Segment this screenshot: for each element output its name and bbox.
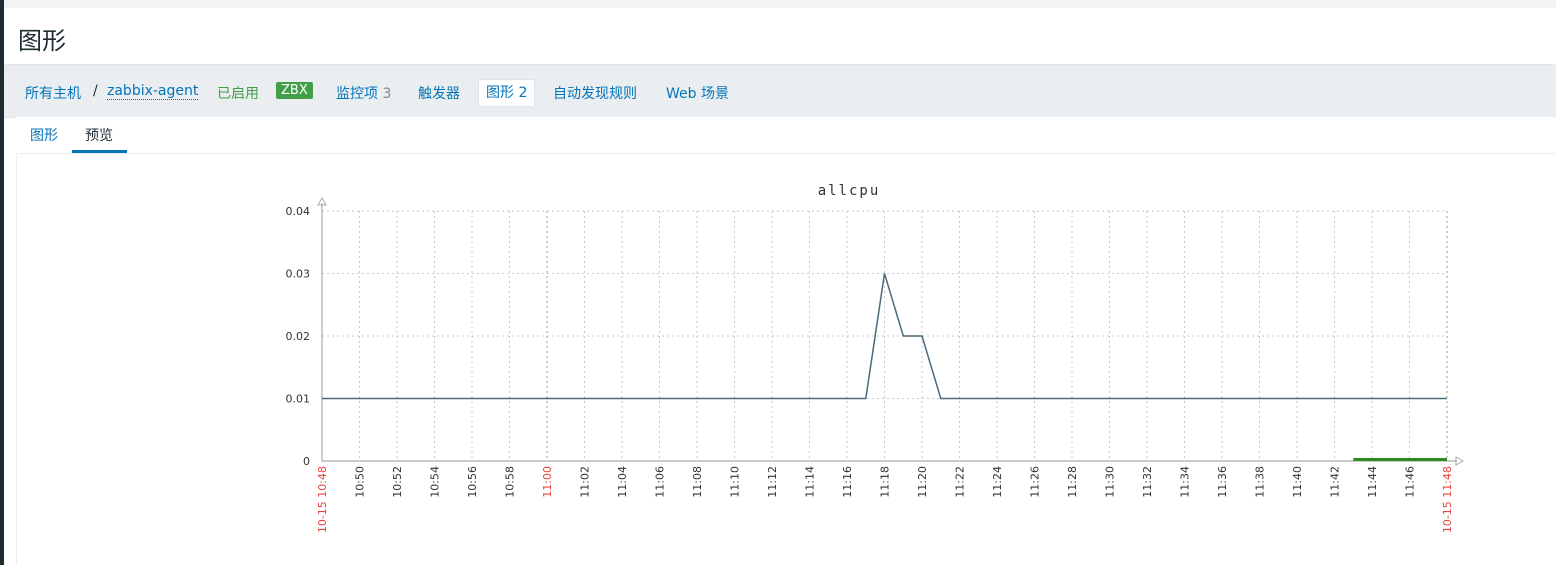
nav-items-count: 3 (382, 86, 392, 102)
host-navigation: 所有主机 / zabbix-agent 已启用 ZBX 监控项 3 触发器 图形… (4, 64, 1556, 118)
breadcrumb-all-hosts[interactable]: 所有主机 (25, 83, 81, 103)
y-tick-label: 0.03 (286, 268, 311, 281)
tab-preview[interactable]: 预览 (85, 125, 113, 145)
nav-graphs-tab-active[interactable]: 图形 2 (478, 79, 536, 107)
x-tick-label: 11:10 (729, 466, 742, 498)
y-tick-label: 0.01 (286, 393, 311, 406)
x-tick-label: 11:26 (1029, 466, 1042, 498)
breadcrumb-separator: / (93, 83, 98, 99)
x-tick-label: 11:46 (1404, 466, 1417, 498)
x-tick-label: 11:40 (1291, 466, 1304, 498)
x-tick-label: 11:18 (879, 466, 892, 498)
page-title: 图形 (18, 27, 66, 55)
y-axis-ticks: 0 0.01 0.02 0.03 0.04 (286, 205, 311, 468)
x-tick-label: 11:30 (1104, 466, 1117, 498)
nav-items-label: 监控项 (336, 86, 378, 102)
x-tick-label: 11:38 (1254, 466, 1267, 498)
allcpu-graph: allcpu 0 0.01 0.02 0.03 0.04 10-15 10:48 10:5… (286, 183, 1465, 533)
graph-preview-area: allcpu 0 0.01 0.02 0.03 0.04 10-15 10:48 10:5… (16, 154, 1556, 565)
x-tick-label: 11:44 (1366, 466, 1379, 498)
x-tick-label: 10-15 10:48 (316, 466, 329, 533)
x-tick-label: 11:04 (616, 466, 629, 498)
graph-subtabs: 图形 预览 (16, 117, 1556, 154)
x-tick-label: 11:14 (804, 466, 817, 498)
tab-graph[interactable]: 图形 (30, 125, 58, 145)
nav-discovery-rules-link[interactable]: 自动发现规则 (553, 83, 637, 103)
chart-grid (322, 210, 1448, 461)
nav-triggers-link[interactable]: 触发器 (418, 83, 460, 103)
zbx-availability-badge: ZBX (276, 82, 313, 99)
host-status-enabled[interactable]: 已启用 (217, 83, 259, 103)
x-tick-label: 11:22 (954, 466, 967, 498)
x-tick-label: 10:58 (504, 466, 517, 498)
y-tick-label: 0.04 (286, 205, 311, 218)
trigger-bar (1353, 458, 1447, 461)
x-tick-label: 10:50 (354, 466, 367, 498)
x-tick-label: 11:36 (1216, 466, 1229, 498)
x-tick-label: 11:16 (841, 466, 854, 498)
nav-web-scenarios-link[interactable]: Web 场景 (666, 83, 729, 103)
x-tick-label: 11:08 (691, 466, 704, 498)
x-tick-label: 11:28 (1066, 466, 1079, 498)
x-tick-label: 11:12 (766, 466, 779, 498)
nav-graphs-label: 图形 (486, 85, 514, 101)
x-axis-arrow (1455, 456, 1465, 466)
chart-title: allcpu (818, 183, 881, 199)
x-tick-label: 11:34 (1179, 466, 1192, 498)
x-tick-label: 10:54 (429, 466, 442, 498)
x-axis-ticks: 10-15 10:48 10:50 10:52 10:54 10:56 10:58 11:0… (316, 466, 1454, 533)
title-bar: 图形 (4, 8, 1556, 64)
x-tick-label: 11:42 (1329, 466, 1342, 498)
x-tick-label: 10-15 11:48 (1441, 466, 1454, 533)
breadcrumb-host-link[interactable]: zabbix-agent (107, 83, 199, 100)
active-tab-underline (72, 150, 127, 153)
nav-graphs-count: 2 (518, 85, 528, 101)
x-tick-label: 10:52 (391, 466, 404, 498)
chart-axes (317, 196, 1465, 466)
x-tick-label: 11:32 (1141, 466, 1154, 498)
x-tick-label: 11:02 (579, 466, 592, 498)
x-tick-label: 11:00 (541, 466, 554, 498)
x-tick-label: 11:06 (654, 466, 667, 498)
x-tick-label: 11:24 (991, 466, 1004, 498)
x-tick-label: 11:20 (916, 466, 929, 498)
y-tick-label: 0 (303, 455, 310, 468)
y-tick-label: 0.02 (286, 330, 311, 343)
x-tick-label: 10:56 (466, 466, 479, 498)
nav-items-link[interactable]: 监控项 3 (336, 83, 391, 103)
